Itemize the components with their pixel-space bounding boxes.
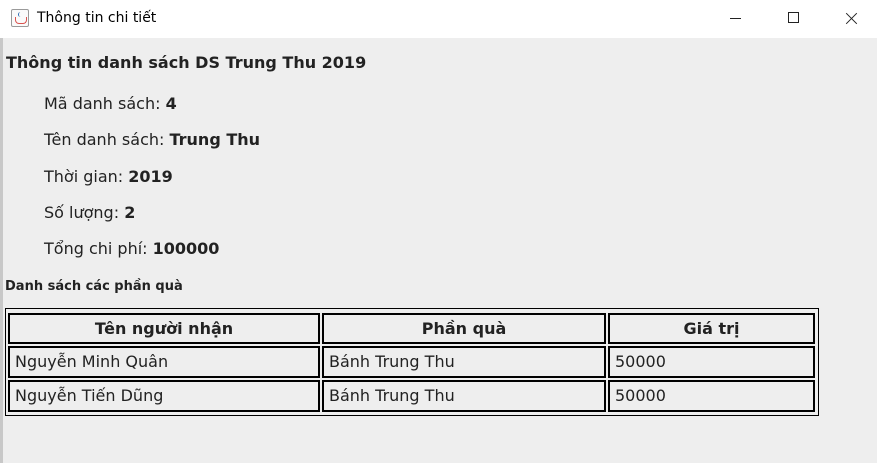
total-cost-info: Tổng chi phí: 100000 [44,239,220,258]
table-cell-gift[interactable]: Bánh Trung Thu [322,346,606,378]
minimize-button[interactable] [706,0,764,37]
quantity-info: Số lượng: 2 [44,203,136,222]
time-info: Thời gian: 2019 [44,167,173,186]
table-cell-value[interactable]: 50000 [608,346,815,378]
table-cell-value[interactable]: 50000 [608,380,815,412]
window-title: Thông tin chi tiết [37,10,157,26]
list-id-value: 4 [165,94,177,113]
column-header-recipient[interactable]: Tên người nhận [8,313,320,344]
window-left-edge [0,38,3,463]
window-right-edge [877,38,882,463]
table-cell-recipient[interactable]: Nguyễn Minh Quân [8,346,320,378]
table-cell-recipient[interactable]: Nguyễn Tiến Dũng [8,380,320,412]
time-value: 2019 [128,167,173,186]
maximize-button[interactable] [764,0,822,37]
list-name-info: Tên danh sách: Trung Thu [44,130,261,149]
gifts-section-title: Danh sách các phần quà [5,279,183,294]
column-header-value[interactable]: Giá trị [608,313,815,344]
total-cost-value: 100000 [152,239,220,258]
java-cup-icon[interactable] [11,9,29,27]
quantity-value: 2 [124,203,136,222]
gifts-table: Tên người nhận Phần quà Giá trị Nguyễn M… [5,308,819,416]
title-bar: Thông tin chi tiết [0,0,882,37]
close-button[interactable] [822,0,880,37]
list-name-value: Trung Thu [169,130,261,149]
table-cell-gift[interactable]: Bánh Trung Thu [322,380,606,412]
column-header-gift[interactable]: Phần quà [322,313,606,344]
list-id-info: Mã danh sách: 4 [44,94,177,113]
page-title: Thông tin danh sách DS Trung Thu 2019 [6,53,367,72]
content-panel: Thông tin danh sách DS Trung Thu 2019 Mã… [0,38,877,463]
